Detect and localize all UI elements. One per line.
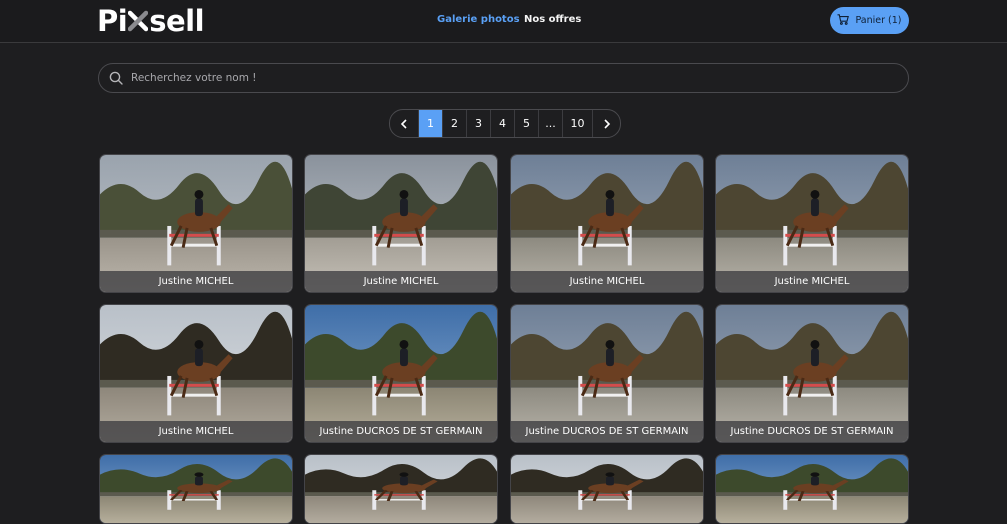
search-icon: [109, 71, 124, 86]
chevron-right-icon: [603, 118, 610, 129]
photo-caption: Justine DUCROS DE ST GERMAIN: [511, 421, 703, 442]
page-button-4[interactable]: 4: [490, 110, 514, 137]
cart-button[interactable]: Panier (1): [830, 7, 909, 34]
page-button-1[interactable]: 1: [418, 110, 442, 137]
nav-nos-offres[interactable]: Nos offres: [524, 14, 581, 25]
page-button-2[interactable]: 2: [442, 110, 466, 137]
photo-caption: Justine MICHEL: [716, 271, 908, 292]
logo-text-suffix: sell: [149, 4, 205, 38]
logo-x-mark: [128, 10, 149, 32]
photo-caption: Justine MICHEL: [305, 271, 497, 292]
pixsell-logo[interactable]: Pi sell: [97, 4, 205, 38]
page-button-5[interactable]: 5: [514, 110, 538, 137]
page-ellipsis: ...: [538, 110, 562, 137]
photo-card[interactable]: [304, 454, 498, 524]
photo-card[interactable]: [510, 454, 704, 524]
previous-page-button[interactable]: [390, 110, 418, 137]
chevron-left-icon: [400, 118, 407, 129]
photo-card[interactable]: Justine MICHEL: [304, 154, 498, 293]
page-button-10[interactable]: 10: [562, 110, 592, 137]
nav-galerie-photos[interactable]: Galerie photos: [437, 14, 520, 25]
photo-card[interactable]: [715, 454, 909, 524]
photo-card[interactable]: Justine DUCROS DE ST GERMAIN: [715, 304, 909, 443]
photo-card[interactable]: [99, 454, 293, 524]
pagination: 1 2 3 4 5 ... 10: [389, 109, 621, 138]
top-header: Pi sell Galerie photos Nos offres Panier…: [0, 0, 1007, 43]
photo-card[interactable]: Justine DUCROS DE ST GERMAIN: [304, 304, 498, 443]
photo-card[interactable]: Justine MICHEL: [510, 154, 704, 293]
photo-card[interactable]: Justine MICHEL: [99, 304, 293, 443]
logo-text-prefix: Pi: [97, 4, 128, 38]
photo-caption: Justine MICHEL: [100, 271, 292, 292]
search-bar[interactable]: [98, 63, 909, 93]
cart-label: Panier (1): [855, 15, 902, 26]
photo-caption: Justine DUCROS DE ST GERMAIN: [716, 421, 908, 442]
photo-card[interactable]: Justine MICHEL: [715, 154, 909, 293]
photo-card[interactable]: Justine MICHEL: [99, 154, 293, 293]
photo-caption: Justine MICHEL: [100, 421, 292, 442]
search-input[interactable]: [131, 72, 891, 84]
next-page-button[interactable]: [592, 110, 620, 137]
page-button-3[interactable]: 3: [466, 110, 490, 137]
photo-caption: Justine MICHEL: [511, 271, 703, 292]
photo-card[interactable]: Justine DUCROS DE ST GERMAIN: [510, 304, 704, 443]
photo-caption: Justine DUCROS DE ST GERMAIN: [305, 421, 497, 442]
cart-icon: [837, 13, 850, 28]
